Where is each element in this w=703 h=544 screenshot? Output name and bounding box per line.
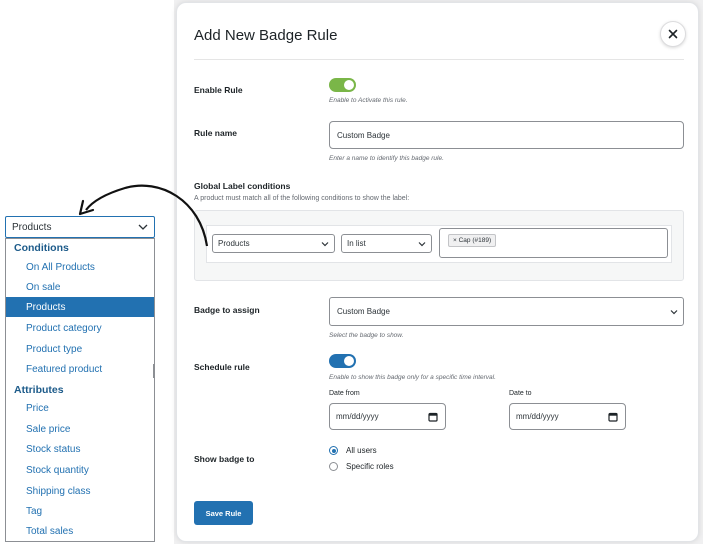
badge-select-value: Custom Badge — [337, 307, 390, 316]
option-on-sale[interactable]: On sale — [6, 277, 154, 297]
add-badge-rule-modal: Add New Badge Rule Enable Rule Enable to… — [176, 2, 699, 542]
operator-value: In list — [347, 239, 366, 248]
enable-rule-toggle[interactable] — [329, 78, 356, 92]
toggle-knob — [344, 80, 354, 90]
show-badge-to-label: Show badge to — [194, 454, 255, 464]
radio-specific-roles-label: Specific roles — [346, 462, 394, 471]
option-shipping-class[interactable]: Shipping class — [6, 481, 154, 501]
badge-select[interactable]: Custom Badge — [329, 297, 684, 326]
date-from-placeholder: mm/dd/yyyy — [336, 412, 379, 421]
badge-select-help: Select the badge to show. — [329, 332, 404, 339]
chevron-down-icon — [418, 241, 426, 246]
optgroup-attributes: Attributes — [14, 384, 64, 396]
schedule-rule-label: Schedule rule — [194, 362, 250, 372]
enable-rule-label: Enable Rule — [194, 85, 243, 95]
global-conditions-label: Global Label conditions — [194, 181, 291, 191]
option-products[interactable]: Products — [6, 297, 154, 317]
condition-type-select[interactable]: Products — [212, 234, 335, 253]
schedule-rule-help: Enable to show this badge only for a spe… — [329, 374, 496, 381]
selected-product-chip[interactable]: × Cap (#189) — [448, 234, 497, 247]
option-featured-product[interactable]: Featured product — [6, 359, 154, 379]
option-product-type[interactable]: Product type — [6, 339, 154, 359]
scroll-edge-mark — [153, 364, 155, 378]
close-icon — [668, 29, 678, 39]
rule-name-input[interactable]: Custom Badge — [329, 121, 684, 149]
global-conditions-description: A product must match all of the followin… — [194, 195, 410, 202]
save-rule-button[interactable]: Save Rule — [194, 501, 253, 525]
date-to-input[interactable]: mm/dd/yyyy — [509, 403, 626, 430]
radio-button[interactable] — [329, 446, 338, 455]
close-button[interactable] — [660, 21, 686, 47]
condition-type-dropdown[interactable]: Products — [5, 216, 155, 238]
option-stock-status[interactable]: Stock status — [6, 439, 154, 459]
calendar-icon[interactable] — [428, 412, 438, 422]
badge-to-assign-label: Badge to assign — [194, 305, 260, 315]
date-from-input[interactable]: mm/dd/yyyy — [329, 403, 446, 430]
product-multiselect[interactable]: × Cap (#189) — [439, 228, 668, 258]
option-price[interactable]: Price — [6, 398, 154, 418]
optgroup-conditions: Conditions — [14, 242, 69, 254]
operator-select[interactable]: In list — [341, 234, 432, 253]
toggle-knob — [344, 356, 354, 366]
option-product-category[interactable]: Product category — [6, 318, 154, 338]
conditions-panel: Products In list × Cap (#189) — [194, 210, 684, 281]
condition-type-value: Products — [218, 239, 250, 248]
radio-specific-roles[interactable]: Specific roles — [329, 462, 394, 471]
calendar-icon[interactable] — [608, 412, 618, 422]
rule-name-help: Enter a name to identify this badge rule… — [329, 155, 444, 162]
dropdown-value: Products — [12, 221, 52, 233]
condition-row: Products In list × Cap (#189) — [206, 225, 672, 263]
date-to-placeholder: mm/dd/yyyy — [516, 412, 559, 421]
chevron-down-icon — [138, 224, 148, 230]
radio-all-users[interactable]: All users — [329, 446, 377, 455]
modal-title: Add New Badge Rule — [194, 27, 338, 44]
option-stock-quantity[interactable]: Stock quantity — [6, 460, 154, 480]
header-divider — [194, 59, 684, 60]
chevron-down-icon — [321, 241, 329, 246]
option-sale-price[interactable]: Sale price — [6, 419, 154, 439]
option-tag[interactable]: Tag — [6, 501, 154, 521]
date-to-label: Date to — [509, 390, 532, 397]
schedule-rule-toggle[interactable] — [329, 354, 356, 368]
rule-name-label: Rule name — [194, 128, 237, 138]
enable-rule-help: Enable to Activate this rule. — [329, 97, 408, 104]
dropdown-options-list: Conditions On All Products On sale Produ… — [5, 238, 155, 542]
radio-all-users-label: All users — [346, 446, 377, 455]
date-from-label: Date from — [329, 390, 360, 397]
option-on-all-products[interactable]: On All Products — [6, 257, 154, 277]
chevron-down-icon — [670, 309, 678, 314]
option-total-sales[interactable]: Total sales — [6, 521, 154, 541]
radio-button[interactable] — [329, 462, 338, 471]
